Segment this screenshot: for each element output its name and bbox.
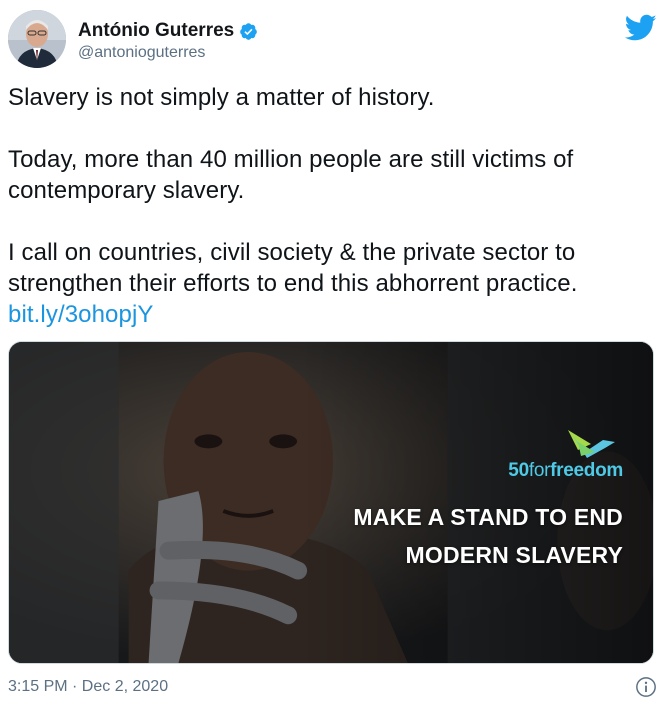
verified-badge-icon <box>240 22 258 40</box>
tweet-footer: 3:15 PM · Dec 2, 2020 <box>8 676 659 700</box>
info-icon[interactable] <box>635 676 657 698</box>
headline-line1: MAKE A STAND TO END <box>353 504 623 530</box>
tweet-text-line2: Today, more than 40 million people are s… <box>8 146 574 204</box>
tweet-text-line1: Slavery is not simply a matter of histor… <box>8 84 435 111</box>
tweet-media-image[interactable]: 50forfreedom MAKE A STAND TO END MODERN … <box>8 341 654 664</box>
twitter-bird-icon[interactable] <box>625 14 657 42</box>
avatar[interactable] <box>8 10 66 68</box>
media-headline: MAKE A STAND TO END MODERN SLAVERY <box>353 498 623 574</box>
author-display-name[interactable]: António Guterres <box>78 20 234 42</box>
tweet-timestamp[interactable]: 3:15 PM · Dec 2, 2020 <box>8 678 168 695</box>
headline-line2: MODERN SLAVERY <box>405 542 623 568</box>
tweet-link[interactable]: bit.ly/3ohopjY <box>8 301 154 328</box>
brand-for: for <box>528 460 551 481</box>
brand-freedom: freedom <box>550 460 623 481</box>
author-handle[interactable]: @antonioguterres <box>78 43 258 63</box>
tweet-body: Slavery is not simply a matter of histor… <box>8 82 658 330</box>
brand-number: 50 <box>508 460 529 481</box>
tweet-text-line3: I call on countries, civil society & the… <box>8 239 578 297</box>
tweet-header: António Guterres @antonioguterres <box>8 10 663 70</box>
author-block[interactable]: António Guterres @antonioguterres <box>78 20 258 63</box>
brand-logo-text: 50forfreedom <box>508 460 623 482</box>
avatar-image <box>8 10 66 68</box>
